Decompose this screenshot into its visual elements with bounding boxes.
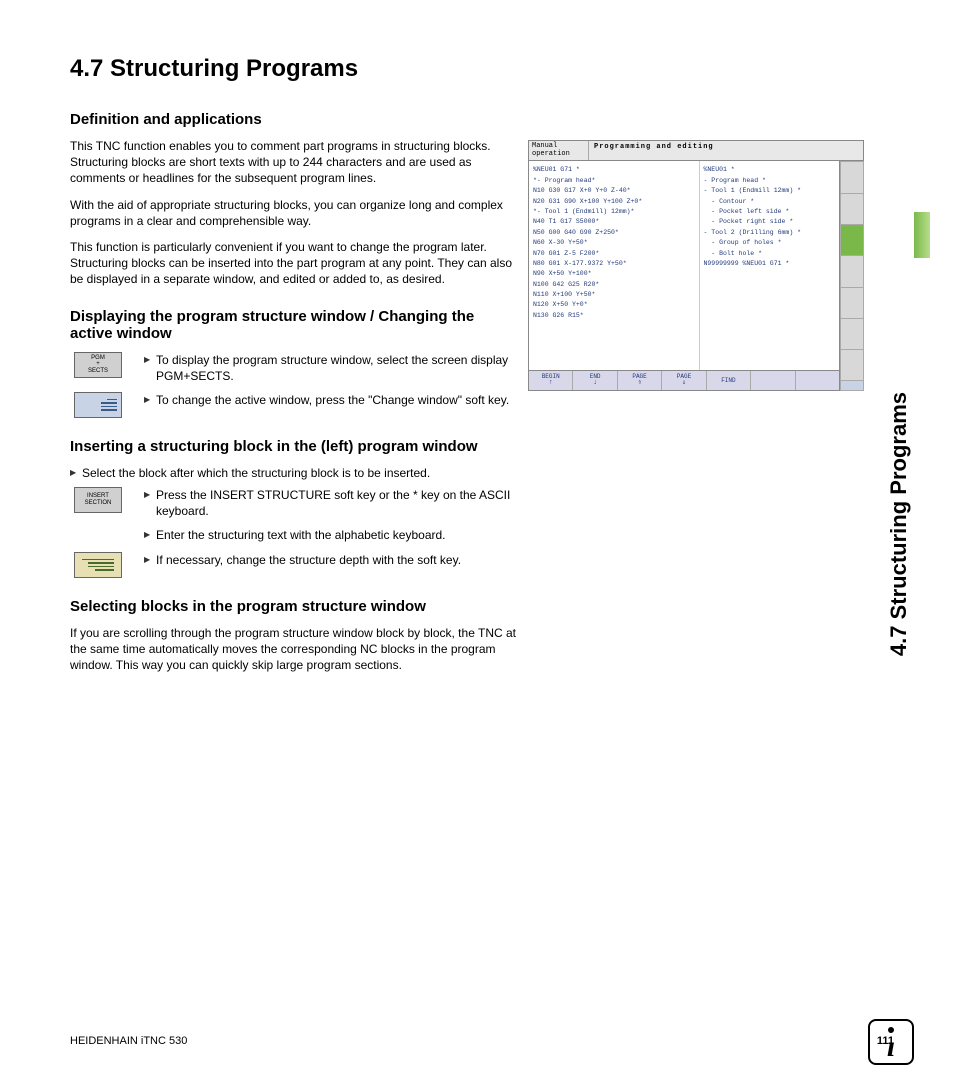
fig-code-line: %NEU01 G71 * <box>533 165 695 175</box>
sec-select-head: Selecting blocks in the program structur… <box>70 598 520 615</box>
key-line: + <box>96 361 100 368</box>
info-icon: ı <box>868 1019 914 1065</box>
side-tab-text: 4.7 Structuring Programs <box>886 392 912 656</box>
fig-structure-line: - Tool 1 (Endmill 12mm) * <box>704 186 836 196</box>
fig-structure-line: - Pocket left side * <box>704 207 836 217</box>
proc-text: Enter the structuring text with the alph… <box>144 527 520 543</box>
fig-structure-pane: %NEU01 *- Program head *- Tool 1 (Endmil… <box>700 161 840 370</box>
fig-code-line: N60 X-30 Y+50* <box>533 238 695 248</box>
fig-softkey: END↓ <box>573 371 617 390</box>
fig-softkey: PAGE⇑ <box>618 371 662 390</box>
sec-definition-head: Definition and applications <box>70 111 520 128</box>
fig-softkey: PAGE⇓ <box>662 371 706 390</box>
fig-code-line: N110 X+100 Y+50* <box>533 290 695 300</box>
key-line: INSERT <box>87 493 109 500</box>
fig-code-line: N50 G00 G40 G90 Z+250* <box>533 228 695 238</box>
fig-softkey <box>751 371 795 390</box>
softkey-insert-section-icon: INSERT SECTION <box>70 487 126 513</box>
proc-insert-step3: If necessary, change the structure depth… <box>70 552 520 578</box>
fig-code-line: N100 G42 G25 R20* <box>533 280 695 290</box>
proc-display-step2: To change the active window, press the "… <box>70 392 520 418</box>
proc-text: Press the INSERT STRUCTURE soft key or t… <box>144 487 520 519</box>
fig-code-line: N130 G26 R15* <box>533 311 695 321</box>
key-line: PGM <box>91 355 105 362</box>
fig-softkey: BEGIN↑ <box>529 371 573 390</box>
key-line: SECTION <box>85 500 112 507</box>
fig-structure-line: - Pocket right side * <box>704 217 836 227</box>
fig-structure-line: - Bolt hole * <box>704 249 836 259</box>
fig-code-line: *- Program head* <box>533 176 695 186</box>
fig-header-title: Programming and editing <box>589 141 863 160</box>
fig-code-line: N10 G30 G17 X+0 Y+0 Z-40* <box>533 186 695 196</box>
side-tab-marker <box>914 212 930 258</box>
program-structure-screenshot: Manual operation Programming and editing… <box>528 140 864 391</box>
softkey-change-window-icon <box>70 392 126 418</box>
fig-code-line: N40 T1 G17 S5000* <box>533 217 695 227</box>
fig-softkey <box>796 371 839 390</box>
sec1-p3: This function is particularly convenient… <box>70 239 520 288</box>
fig-program-pane: %NEU01 G71 **- Program head*N10 G30 G17 … <box>529 161 700 370</box>
proc-text: To display the program structure window,… <box>144 352 520 384</box>
softkey-structure-depth-icon <box>70 552 126 578</box>
fig-code-line: N90 X+50 Y+100* <box>533 269 695 279</box>
sec-insert-head: Inserting a structuring block in the (le… <box>70 438 520 455</box>
fig-softkey: FIND <box>707 371 751 390</box>
sec-display-head: Displaying the program structure window … <box>70 308 520 342</box>
proc-insert-step1: INSERT SECTION Press the INSERT STRUCTUR… <box>70 487 520 519</box>
fig-code-line: N120 X+50 Y+0* <box>533 300 695 310</box>
fig-structure-line: N99999999 %NEU01 G71 * <box>704 259 836 269</box>
fig-code-line: N80 G01 X-177.9372 Y+50* <box>533 259 695 269</box>
proc-text: If necessary, change the structure depth… <box>144 552 520 568</box>
fig-code-line: N20 G31 G90 X+100 Y+100 Z+0* <box>533 197 695 207</box>
fig-code-line: *- Tool 1 (Endmill) 12mm)* <box>533 207 695 217</box>
sec1-p2: With the aid of appropriate structuring … <box>70 197 520 229</box>
fig-code-line: N70 G01 Z-5 F200* <box>533 249 695 259</box>
sec4-p1: If you are scrolling through the program… <box>70 625 520 674</box>
sec1-p1: This TNC function enables you to comment… <box>70 138 520 187</box>
fig-side-buttons <box>840 161 864 391</box>
proc-text: To change the active window, press the "… <box>144 392 520 408</box>
fig-structure-line: %NEU01 * <box>704 165 836 175</box>
page-footer: HEIDENHAIN iTNC 530 111 <box>70 1035 894 1047</box>
proc-insert-step0: Select the block after which the structu… <box>70 465 520 481</box>
fig-structure-line: - Group of holes * <box>704 238 836 248</box>
footer-product: HEIDENHAIN iTNC 530 <box>70 1035 187 1047</box>
chapter-side-tab: 4.7 Structuring Programs <box>884 52 912 392</box>
fig-mode-label: Manual operation <box>529 141 589 160</box>
fig-softkey-row: BEGIN↑END↓PAGE⇑PAGE⇓FIND <box>528 371 840 391</box>
fig-structure-line: - Contour * <box>704 197 836 207</box>
fig-structure-line: - Tool 2 (Drilling 6mm) * <box>704 228 836 238</box>
proc-insert-step2: Enter the structuring text with the alph… <box>144 527 520 543</box>
fig-structure-line: - Program head * <box>704 176 836 186</box>
proc-display-step1: PGM + SECTS To display the program struc… <box>70 352 520 384</box>
content-column: Definition and applications This TNC fun… <box>70 111 520 673</box>
page-title: 4.7 Structuring Programs <box>70 55 894 83</box>
softkey-pgm-sects-icon: PGM + SECTS <box>70 352 126 378</box>
key-line: SECTS <box>88 368 108 375</box>
